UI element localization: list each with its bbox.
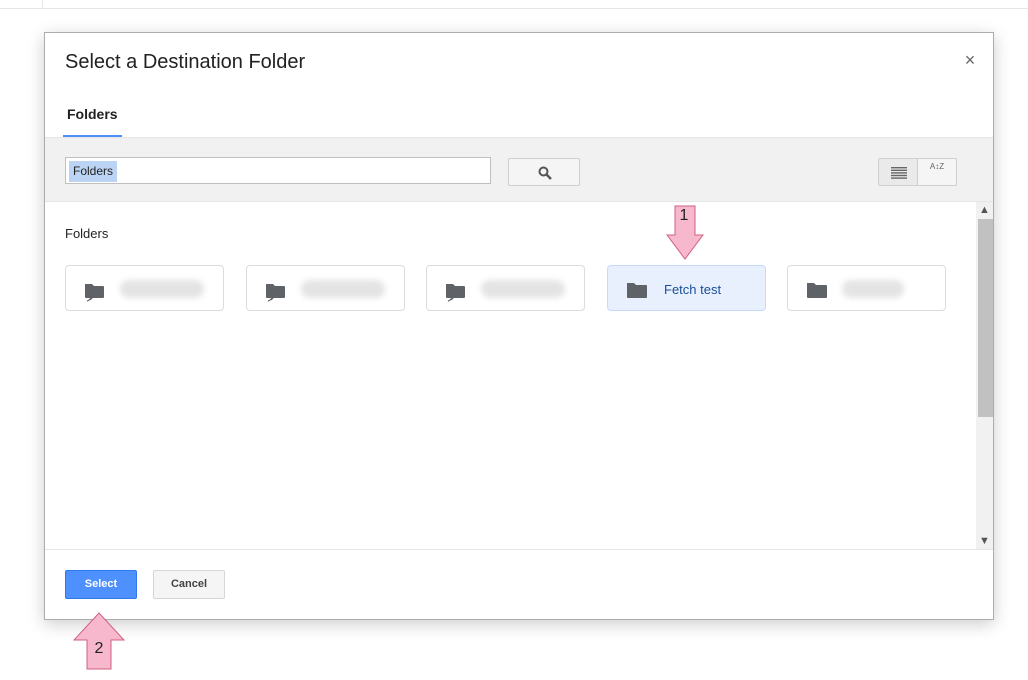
search-button[interactable] xyxy=(508,158,580,186)
top-bar-divider xyxy=(42,0,43,8)
shared-folder-icon xyxy=(85,284,104,302)
annotation-label-2: 2 xyxy=(94,640,104,657)
shared-folder-icon xyxy=(266,284,285,302)
close-icon[interactable]: × xyxy=(961,51,979,69)
dialog-title: Select a Destination Folder xyxy=(65,51,306,73)
sort-az-icon: A↕Z xyxy=(929,162,945,171)
scroll-down-icon[interactable]: ▼ xyxy=(976,533,993,549)
shared-folder-icon xyxy=(446,284,465,302)
dialog-footer: Select Cancel xyxy=(45,550,993,619)
search-icon xyxy=(538,166,552,180)
search-toolbar: Folders A↕Z xyxy=(45,138,993,202)
folder-name-redacted xyxy=(842,280,904,298)
scroll-up-icon[interactable]: ▲ xyxy=(976,202,993,218)
folder-name-redacted xyxy=(120,280,204,298)
folder-name: Fetch test xyxy=(664,282,722,297)
vertical-scrollbar[interactable]: ▲ ▼ xyxy=(976,202,993,549)
scrollbar-thumb[interactable] xyxy=(978,219,993,417)
select-button[interactable]: Select xyxy=(65,570,137,599)
search-input[interactable]: Folders xyxy=(65,157,491,184)
cancel-button[interactable]: Cancel xyxy=(153,570,225,599)
list-view-button[interactable] xyxy=(878,158,918,186)
annotation-label-1: 1 xyxy=(679,207,689,224)
folder-card[interactable] xyxy=(787,265,946,311)
folder-name-redacted xyxy=(481,280,565,298)
search-chip-folders[interactable]: Folders xyxy=(69,161,118,182)
folder-browser: Folders Fetch test ▲ ▼ xyxy=(45,202,993,550)
folder-card[interactable] xyxy=(65,265,224,311)
list-view-icon xyxy=(891,167,907,179)
tab-folders[interactable]: Folders xyxy=(63,103,122,137)
folder-card-fetch-test[interactable]: Fetch test xyxy=(607,265,766,311)
folder-card[interactable] xyxy=(426,265,585,311)
sort-button[interactable]: A↕Z xyxy=(917,158,957,186)
destination-folder-dialog: Select a Destination Folder × Folders Fo… xyxy=(44,32,994,620)
page-top-bar xyxy=(0,0,1028,9)
folder-card[interactable] xyxy=(246,265,405,311)
section-label: Folders xyxy=(65,226,109,241)
folder-name-redacted xyxy=(301,280,385,298)
folder-icon xyxy=(807,283,827,298)
folder-icon xyxy=(627,283,647,298)
tab-folders-label: Folders xyxy=(67,106,118,122)
